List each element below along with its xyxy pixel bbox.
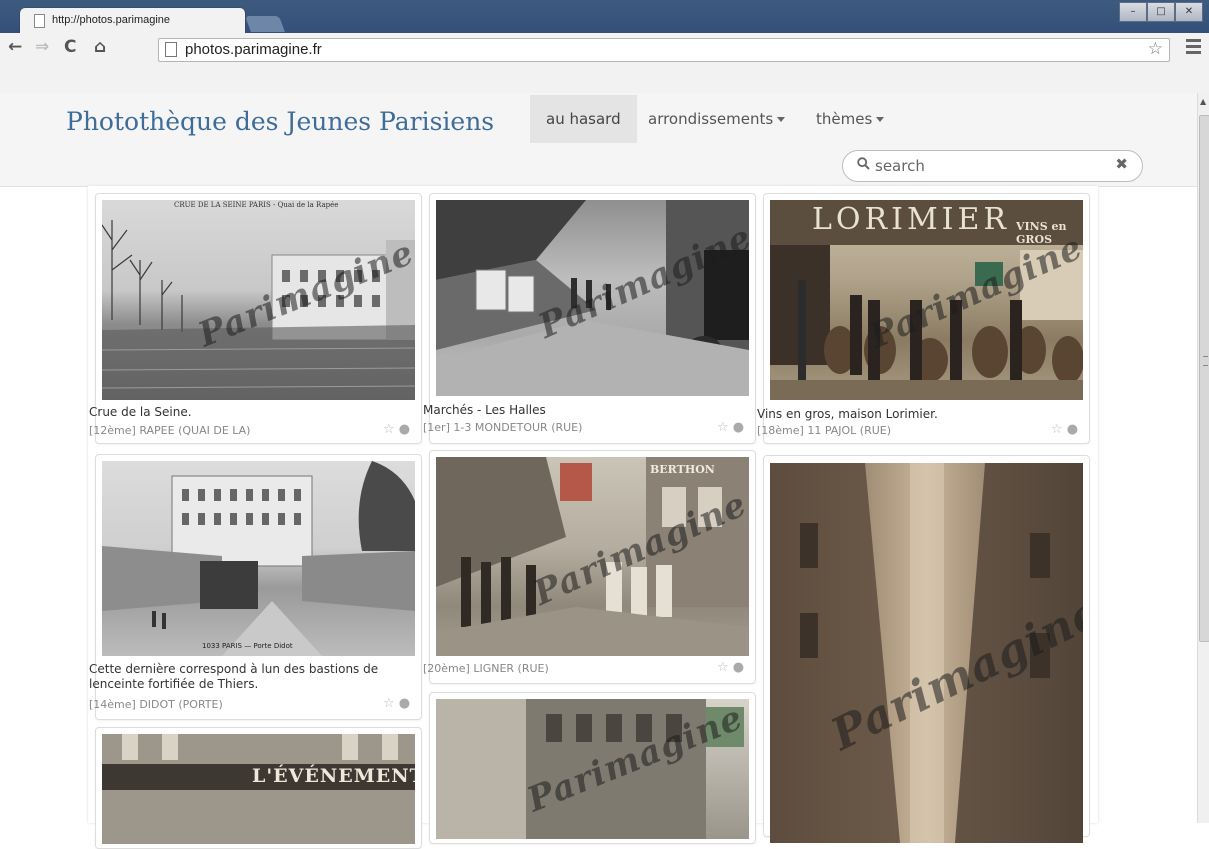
photo-location[interactable]: [1er] 1-3 MONDETOUR (RUE): [423, 421, 582, 434]
search-input[interactable]: [873, 155, 1097, 177]
caret-down-icon: [777, 117, 786, 122]
bookmark-star-icon[interactable]: ☆: [1148, 39, 1163, 59]
browser-tab[interactable]: http://photos.parimagine ×: [20, 8, 254, 33]
photo-card[interactable]: Parimagine Marchés - Les Halles [1er] 1-…: [423, 193, 756, 444]
photo-card[interactable]: BERTHON Parimagine [20ème] LIGNER (RUE) …: [423, 450, 756, 684]
photo-actions: ☆ ●: [383, 422, 410, 437]
photo-card[interactable]: Parimagine: [429, 692, 756, 844]
photo-caption: Marchés - Les Halles: [423, 403, 546, 417]
photo-caption: Cette dernière correspond à lun des bast…: [89, 662, 379, 691]
photo-grid: Parimagine CRUE DE LA SEINE PARIS - Quai…: [88, 186, 1098, 849]
page-favicon-icon: [34, 14, 45, 28]
photo-image[interactable]: Parimagine: [436, 200, 749, 396]
reload-icon[interactable]: C: [64, 37, 76, 57]
tab-title: http://photos.parimagine: [52, 14, 171, 26]
globe-icon[interactable]: ●: [1067, 422, 1078, 437]
photo-image[interactable]: 1033 PARIS — Porte Didot: [102, 461, 415, 656]
minimize-icon[interactable]: –: [1119, 2, 1147, 22]
clear-search-icon[interactable]: ✖: [1115, 155, 1128, 173]
photo-location[interactable]: [18ème] 11 PAJOL (RUE): [757, 424, 891, 437]
page-icon: [165, 42, 177, 57]
nav-districts-dropdown[interactable]: arrondissements: [632, 95, 801, 143]
photo-card[interactable]: LORIMIER VINS en GROS Parimagine Vins en…: [757, 193, 1090, 444]
maximize-icon[interactable]: □: [1147, 2, 1175, 22]
photo-image[interactable]: BERTHON Parimagine: [436, 457, 749, 656]
globe-icon[interactable]: ●: [733, 660, 744, 675]
globe-icon[interactable]: ●: [399, 696, 410, 711]
browser-menu-icon[interactable]: [1186, 39, 1201, 54]
photo-printed-text: CRUE DE LA SEINE PARIS - Quai de la Rapé…: [174, 201, 339, 209]
photo-location[interactable]: [20ème] LIGNER (RUE): [423, 662, 549, 675]
nav-random[interactable]: au hasard: [530, 95, 637, 143]
home-icon[interactable]: ⌂: [94, 37, 106, 57]
page-scrollbar[interactable]: ▲: [1197, 93, 1209, 823]
photo-printed-text: 1033 PARIS — Porte Didot: [202, 642, 293, 650]
photo-image[interactable]: Parimagine CRUE DE LA SEINE PARIS - Quai…: [102, 200, 415, 400]
nav-random-label: au hasard: [546, 110, 621, 128]
browser-toolbar: ← ⇒ C ⌂ photos.parimagine.fr ☆: [0, 33, 1209, 94]
nav-districts-label: arrondissements: [648, 110, 774, 128]
photo-image[interactable]: Parimagine: [770, 463, 1083, 843]
close-window-icon[interactable]: ✕: [1175, 2, 1203, 22]
favorite-star-icon[interactable]: ☆: [383, 422, 395, 437]
address-bar[interactable]: photos.parimagine.fr ☆: [158, 38, 1170, 62]
photo-card[interactable]: Parimagine CRUE DE LA SEINE PARIS - Quai…: [89, 193, 422, 444]
scroll-up-icon[interactable]: ▲: [1200, 97, 1206, 106]
photo-location[interactable]: [14ème] DIDOT (PORTE): [89, 698, 223, 711]
photo-printed-text: L'ÉVÉNEMENT: [252, 765, 415, 787]
site-navbar: Photothèque des Jeunes Parisiens au hasa…: [0, 93, 1197, 187]
favorite-star-icon[interactable]: ☆: [717, 420, 729, 435]
photo-image[interactable]: LORIMIER VINS en GROS Parimagine: [770, 200, 1083, 400]
favorite-star-icon[interactable]: ☆: [717, 660, 729, 675]
photo-actions: ☆ ●: [717, 420, 744, 435]
search-box: ✖: [842, 150, 1143, 182]
favorite-star-icon[interactable]: ☆: [383, 696, 395, 711]
favorite-star-icon[interactable]: ☆: [1051, 422, 1063, 437]
photo-image[interactable]: Parimagine: [436, 699, 749, 839]
photo-card[interactable]: 1033 PARIS — Porte Didot Cette dernière …: [89, 454, 422, 720]
globe-icon[interactable]: ●: [399, 422, 410, 437]
photo-location[interactable]: [12ème] RAPEE (QUAI DE LA): [89, 424, 250, 437]
photo-printed-text: LORIMIER: [812, 202, 1011, 237]
photo-caption: Vins en gros, maison Lorimier.: [757, 407, 938, 421]
url-text[interactable]: photos.parimagine.fr: [185, 41, 322, 58]
nav-themes-dropdown[interactable]: thèmes: [800, 95, 900, 143]
photo-actions: ☆ ●: [717, 660, 744, 675]
browser-titlebar: http://photos.parimagine × – □ ✕: [0, 0, 1209, 33]
nav-themes-label: thèmes: [816, 110, 873, 128]
photo-card[interactable]: L'ÉVÉNEMENT: [95, 727, 422, 849]
photo-actions: ☆ ●: [383, 696, 410, 711]
photo-actions: ☆ ●: [1051, 422, 1078, 437]
photo-caption: Crue de la Seine.: [89, 405, 192, 419]
forward-arrow-icon[interactable]: ⇒: [35, 37, 49, 57]
site-brand[interactable]: Photothèque des Jeunes Parisiens: [66, 107, 494, 136]
back-arrow-icon[interactable]: ←: [8, 37, 22, 57]
search-icon: [857, 157, 870, 174]
window-controls: – □ ✕: [1119, 2, 1203, 22]
photo-printed-text: BERTHON: [650, 463, 715, 476]
scrollbar-thumb[interactable]: [1199, 115, 1209, 642]
globe-icon[interactable]: ●: [733, 420, 744, 435]
photo-card[interactable]: Parimagine: [763, 455, 1090, 843]
caret-down-icon: [876, 117, 885, 122]
new-tab-button[interactable]: [245, 16, 285, 32]
photo-image[interactable]: L'ÉVÉNEMENT: [102, 734, 415, 844]
